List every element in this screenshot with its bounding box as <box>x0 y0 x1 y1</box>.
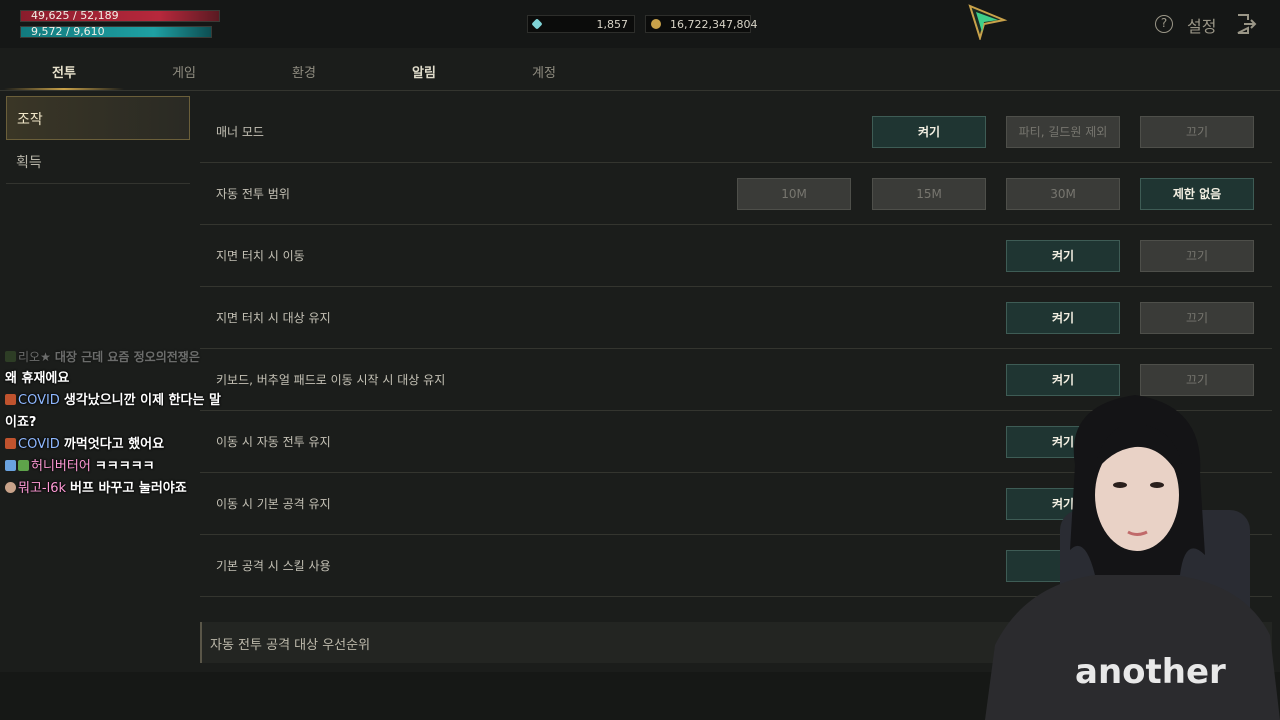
gold-amount: 16,722,347,804 <box>670 18 758 31</box>
chat-line: 왜 휴재에요 <box>5 368 245 390</box>
gold-currency: 16,722,347,804 <box>645 15 757 33</box>
chat-nick: 리오★ <box>18 350 51 364</box>
chat-message: 이죠? <box>5 415 37 430</box>
exit-icon[interactable] <box>1235 13 1257 35</box>
chat-line: 이죠? <box>5 412 245 434</box>
chat-message: 버프 바꾸고 눌러야죠 <box>70 481 187 496</box>
diamond-amount: 1,857 <box>596 18 629 31</box>
setting-row-ground-touch-move: 지면 터치 시 이동 켜기 끄기 <box>200 224 1272 287</box>
range-15m-button[interactable]: 15M <box>872 178 986 210</box>
diamond-currency: 1,857 <box>527 15 635 33</box>
chat-nick: 뭐고-l6k <box>18 481 67 496</box>
chat-line: COVID 생각났으니깐 이제 한다는 말 <box>5 390 245 412</box>
setting-row-auto-battle-range: 자동 전투 범위 10M 15M 30M 제한 없음 <box>200 162 1272 225</box>
tab-account[interactable]: 계정 <box>532 62 556 81</box>
section-title: 자동 전투 공격 대상 우선순위 <box>210 638 371 653</box>
active-tab-indicator <box>4 88 124 90</box>
tab-combat[interactable]: 전투 <box>52 62 76 81</box>
game-logo-icon <box>968 4 1008 40</box>
chat-nick: 허니버터어 <box>31 459 91 474</box>
setting-label: 지면 터치 시 대상 유지 <box>216 311 331 325</box>
setting-row-ground-touch-keep-target: 지면 터치 시 대상 유지 켜기 끄기 <box>200 286 1272 349</box>
range-unlimited-button[interactable]: 제한 없음 <box>1140 178 1254 210</box>
setting-label: 기본 공격 시 스킬 사용 <box>216 559 331 573</box>
chat-line: COVID 까먹엇다고 했어요 <box>5 434 245 456</box>
settings-tabs: 전투 게임 환경 알림 계정 <box>0 48 1280 91</box>
manner-off-button[interactable]: 끄기 <box>1140 116 1254 148</box>
chat-message: 왜 휴재에요 <box>5 371 70 386</box>
help-icon[interactable]: ? <box>1155 15 1173 33</box>
settings-title: 설정 <box>1187 17 1217 36</box>
chat-nick: COVID <box>18 437 60 452</box>
setting-label: 지면 터치 시 이동 <box>216 249 305 263</box>
range-30m-button[interactable]: 30M <box>1006 178 1120 210</box>
setting-label: 자동 전투 범위 <box>216 187 290 201</box>
chat-badge-icon <box>5 394 16 405</box>
mp-bar: 9,572 / 9,610 <box>20 26 212 38</box>
chat-line: 뭐고-l6k 버프 바꾸고 눌러야죠 <box>5 478 245 500</box>
tab-environment[interactable]: 환경 <box>292 62 316 81</box>
manner-on-button[interactable]: 켜기 <box>872 116 986 148</box>
ground-move-on-button[interactable]: 켜기 <box>1006 240 1120 272</box>
manner-except-party-button[interactable]: 파티, 길드원 제외 <box>1006 116 1120 148</box>
setting-label: 매너 모드 <box>216 125 264 139</box>
submenu-loot[interactable]: 획득 <box>6 140 190 184</box>
streamer-webcam: another <box>985 395 1280 720</box>
submenu-controls[interactable]: 조작 <box>6 96 190 140</box>
top-hud: 49,625 / 52,189 9,572 / 9,610 1,857 16,7… <box>0 0 1280 48</box>
setting-row-manner-mode: 매너 모드 켜기 파티, 길드원 제외 끄기 <box>200 100 1272 163</box>
avatar-badge-icon <box>5 482 16 493</box>
chat-message: 생각났으니깐 이제 한다는 말 <box>63 393 221 408</box>
range-10m-button[interactable]: 10M <box>737 178 851 210</box>
diamond-icon <box>531 18 543 30</box>
keep-target-on-button[interactable]: 켜기 <box>1006 302 1120 334</box>
shirt-text: another <box>1075 652 1226 692</box>
snowflake-badge-icon <box>5 460 16 471</box>
setting-label: 키보드, 버추얼 패드로 이동 시작 시 대상 유지 <box>216 373 446 387</box>
ground-move-off-button[interactable]: 끄기 <box>1140 240 1254 272</box>
tab-game[interactable]: 게임 <box>172 62 196 81</box>
chat-nick: COVID <box>18 393 60 408</box>
chat-message: 까먹엇다고 했어요 <box>63 437 165 452</box>
hp-bar: 49,625 / 52,189 <box>20 10 220 22</box>
chat-line: 리오★ 대장 근데 요즘 정오의전쟁은 <box>5 346 245 368</box>
tab-notifications[interactable]: 알림 <box>412 62 436 81</box>
stream-chat: 리오★ 대장 근데 요즘 정오의전쟁은 왜 휴재에요 COVID 생각났으니깐 이제… <box>5 346 245 500</box>
keep-target-off-button[interactable]: 끄기 <box>1140 302 1254 334</box>
chat-badge-icon <box>5 351 16 362</box>
gold-coin-icon <box>651 19 661 29</box>
chat-message: ㅋㅋㅋㅋㅋ <box>94 459 155 474</box>
chat-line: 허니버터어 ㅋㅋㅋㅋㅋ <box>5 456 245 478</box>
chat-message: 대장 근데 요즘 정오의전쟁은 <box>54 350 200 364</box>
chat-badge-icon <box>18 460 29 471</box>
chat-badge-icon <box>5 438 16 449</box>
